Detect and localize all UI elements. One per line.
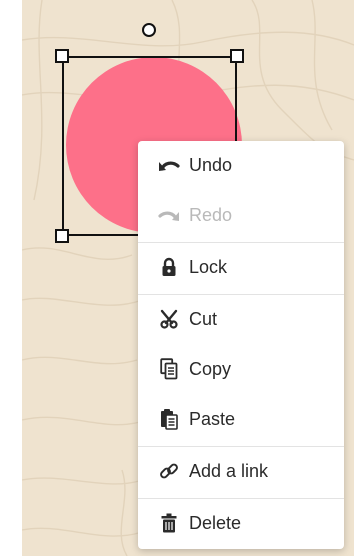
redo-icon <box>158 204 180 226</box>
menu-item-label: Cut <box>189 308 218 329</box>
menu-item-label: Paste <box>189 408 236 429</box>
scissors-icon <box>158 308 180 330</box>
menu-separator <box>138 446 344 447</box>
menu-separator <box>138 294 344 295</box>
resize-handle-top-left[interactable] <box>55 49 69 63</box>
paste-icon <box>158 408 180 430</box>
menu-item-label: Undo <box>189 154 233 175</box>
menu-item-label: Lock <box>189 256 228 277</box>
menu-item-cut[interactable]: Cut <box>138 296 344 342</box>
menu-item-redo[interactable]: Redo <box>138 192 344 238</box>
menu-separator <box>138 498 344 499</box>
menu-separator <box>138 242 344 243</box>
menu-item-undo[interactable]: Undo <box>138 142 344 188</box>
menu-item-label: Copy <box>189 358 232 379</box>
resize-handle-bottom-left[interactable] <box>55 229 69 243</box>
menu-item-paste[interactable]: Paste <box>138 396 344 442</box>
undo-icon <box>158 154 180 176</box>
menu-item-lock[interactable]: Lock <box>138 244 344 290</box>
menu-item-delete[interactable]: Delete <box>138 500 344 546</box>
lock-icon <box>158 256 180 278</box>
trash-icon <box>158 512 180 534</box>
link-icon <box>158 460 180 482</box>
menu-item-label: Redo <box>189 204 233 225</box>
menu-item-label: Add a link <box>189 460 269 481</box>
rotate-handle[interactable] <box>142 23 156 37</box>
menu-item-add-link[interactable]: Add a link <box>138 448 344 494</box>
menu-item-label: Delete <box>189 512 242 533</box>
context-menu: Undo Redo Lock Cut Copy Paste Add a link… <box>138 141 344 549</box>
menu-item-copy[interactable]: Copy <box>138 346 344 392</box>
copy-icon <box>158 358 180 380</box>
resize-handle-top-right[interactable] <box>230 49 244 63</box>
